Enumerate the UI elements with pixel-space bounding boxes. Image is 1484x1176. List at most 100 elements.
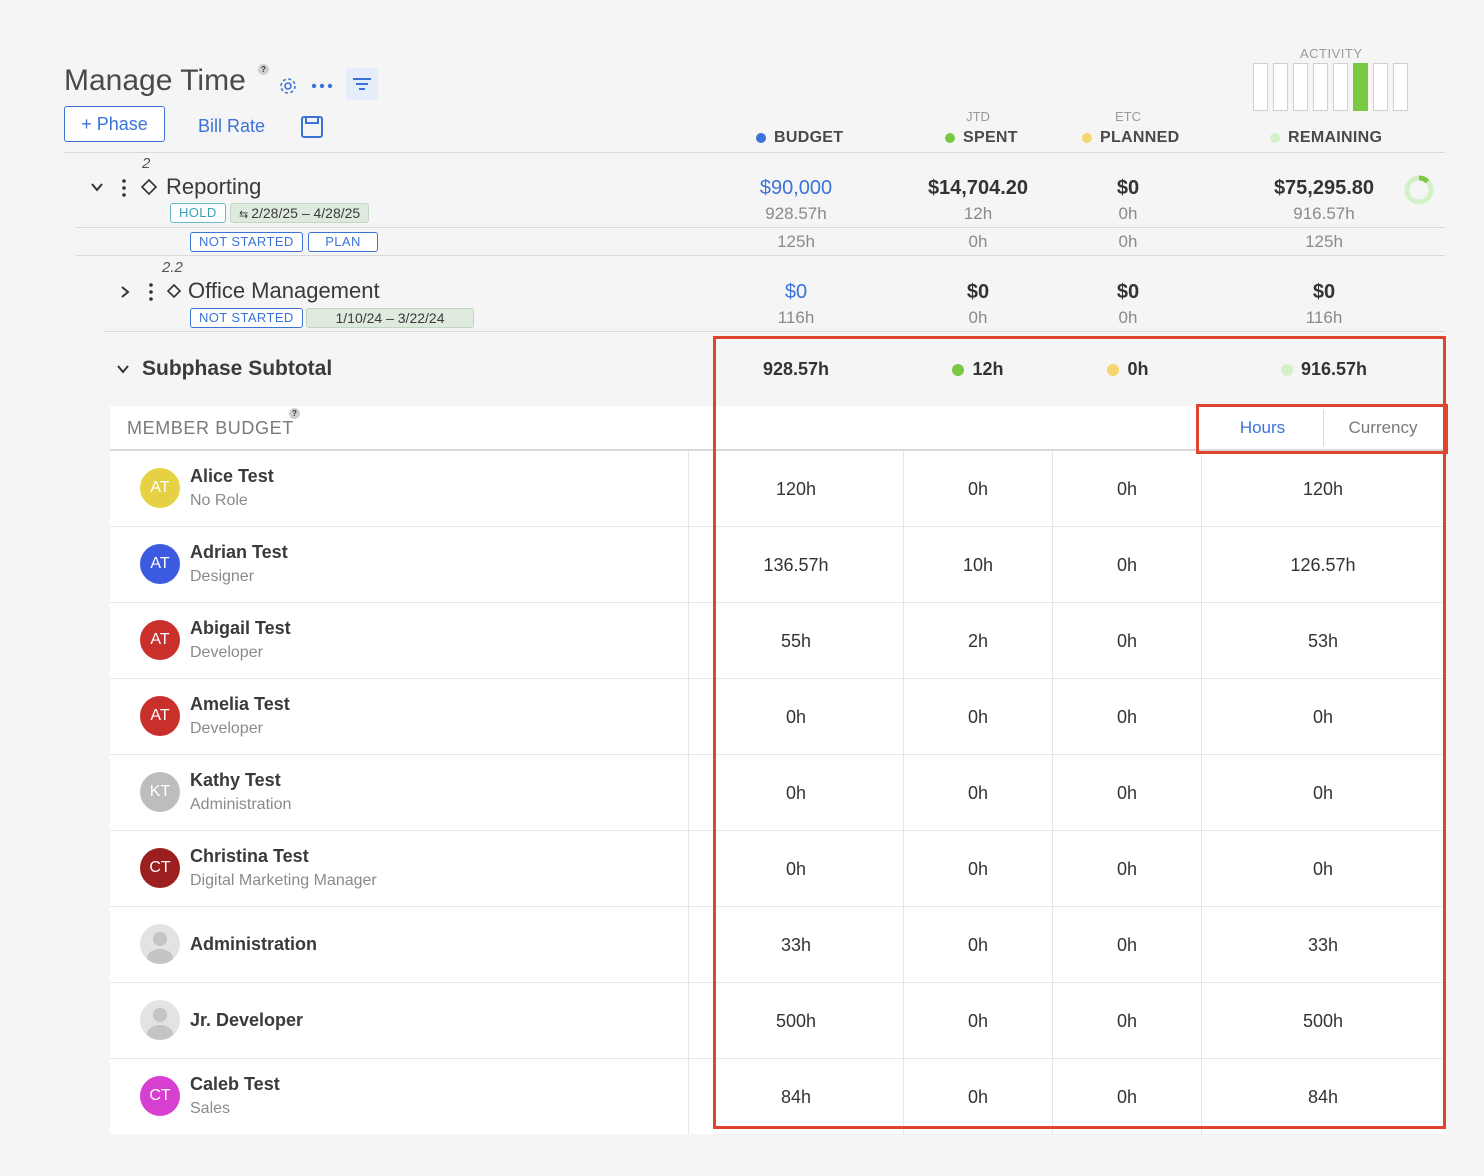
divider bbox=[76, 227, 1445, 228]
more-options-icon[interactable] bbox=[311, 76, 333, 101]
budget-dot bbox=[756, 133, 766, 143]
highlight-box-values bbox=[713, 336, 1446, 1129]
activity-bar bbox=[1393, 63, 1408, 111]
page-title: Manage Time bbox=[64, 64, 246, 97]
spent-dot bbox=[945, 133, 955, 143]
member-role: Developer bbox=[190, 644, 263, 661]
drag-handle-icon[interactable] bbox=[120, 178, 128, 203]
highlight-box-toggle bbox=[1196, 404, 1448, 454]
save-icon[interactable] bbox=[300, 115, 324, 144]
planned-dot bbox=[1082, 133, 1092, 143]
column-budget-label: BUDGET bbox=[774, 129, 844, 146]
filter-button[interactable] bbox=[346, 68, 378, 100]
avatar: AT bbox=[140, 468, 180, 508]
generic-person-icon bbox=[140, 1000, 180, 1040]
bill-rate-link[interactable]: Bill Rate bbox=[198, 116, 265, 137]
column-etc: ETC bbox=[1115, 109, 1141, 124]
phase-budget-hours: 928.57h bbox=[765, 204, 827, 223]
subphase-remaining-hours: 116h bbox=[1305, 308, 1343, 327]
help-icon[interactable]: ? bbox=[289, 408, 300, 419]
avatar: AT bbox=[140, 620, 180, 660]
phase-planned: $0 bbox=[1116, 177, 1140, 199]
phase-row2-planned: 0h bbox=[1118, 232, 1138, 251]
member-name: Jr. Developer bbox=[190, 1010, 304, 1030]
member-name: Amelia Test bbox=[190, 694, 290, 714]
member-role: No Role bbox=[190, 492, 248, 509]
phase-name[interactable]: Reporting bbox=[166, 174, 261, 200]
activity-bar bbox=[1333, 63, 1348, 111]
avatar: CT bbox=[140, 1076, 180, 1116]
subphase-planned: $0 bbox=[1116, 281, 1140, 303]
phase-planned-hours: 0h bbox=[1118, 204, 1138, 223]
activity-bar bbox=[1313, 63, 1328, 111]
subphase-name[interactable]: Office Management bbox=[188, 278, 380, 304]
avatar: KT bbox=[140, 772, 180, 812]
subphase-diamond-icon bbox=[166, 282, 182, 305]
subtotal-label: Subphase Subtotal bbox=[142, 357, 333, 380]
member-role: Sales bbox=[190, 1100, 231, 1117]
phase-row2-spent: 0h bbox=[968, 232, 988, 251]
add-phase-button[interactable]: + Phase bbox=[64, 106, 165, 142]
drag-handle-icon[interactable] bbox=[147, 282, 155, 307]
phase-remaining-hours: 916.57h bbox=[1293, 204, 1355, 223]
divider bbox=[103, 331, 1445, 332]
progress-ring-icon bbox=[1403, 174, 1435, 211]
subphase-number: 2.2 bbox=[162, 259, 183, 276]
member-role: Developer bbox=[190, 720, 263, 737]
column-spent: SPENT bbox=[945, 129, 1018, 147]
phase-date-range[interactable]: ⇆ 2/28/25 – 4/28/25 bbox=[230, 203, 370, 223]
member-budget-header: MEMBER BUDGET bbox=[127, 418, 294, 438]
phase-diamond-icon bbox=[140, 178, 158, 201]
status-badge-not-started[interactable]: NOT STARTED bbox=[190, 308, 303, 328]
column-planned: PLANNED bbox=[1082, 129, 1179, 147]
generic-person-icon bbox=[140, 924, 180, 964]
dependency-icon: ⇆ bbox=[239, 209, 249, 221]
expand-chevron-icon[interactable] bbox=[118, 285, 132, 304]
phase-dates: 2/28/25 – 4/28/25 bbox=[251, 205, 361, 221]
subtotal-chevron-icon[interactable] bbox=[116, 362, 130, 381]
divider bbox=[64, 152, 1445, 153]
column-remaining: REMAINING bbox=[1270, 129, 1382, 147]
activity-chart bbox=[1253, 63, 1408, 111]
member-name: Alice Test bbox=[190, 466, 274, 486]
column-remaining-label: REMAINING bbox=[1288, 129, 1383, 146]
member-name: Kathy Test bbox=[190, 770, 281, 790]
member-role: Digital Marketing Manager bbox=[190, 872, 377, 889]
subphase-planned-hours: 0h bbox=[1118, 308, 1138, 327]
divider bbox=[76, 255, 1445, 256]
member-name: Adrian Test bbox=[190, 542, 288, 562]
column-budget: BUDGET bbox=[756, 129, 843, 147]
avatar: CT bbox=[140, 848, 180, 888]
column-planned-label: PLANNED bbox=[1100, 129, 1180, 146]
filter-icon bbox=[353, 78, 371, 90]
subphase-budget-hours: 116h bbox=[777, 308, 815, 327]
member-name: Administration bbox=[190, 934, 318, 954]
activity-bar-active bbox=[1353, 63, 1368, 111]
phase-row2-budget: 125h bbox=[777, 232, 815, 251]
gear-icon[interactable] bbox=[278, 76, 298, 101]
subphase-spent: $0 bbox=[966, 281, 990, 303]
phase-spent-hours: 12h bbox=[963, 204, 993, 223]
activity-label: ACTIVITY bbox=[1300, 46, 1363, 61]
member-name: Christina Test bbox=[190, 846, 309, 866]
subphase-date-range[interactable]: 1/10/24 – 3/22/24 bbox=[306, 308, 474, 328]
subphase-spent-hours: 0h bbox=[968, 308, 988, 327]
activity-bar bbox=[1293, 63, 1308, 111]
member-name: Abigail Test bbox=[190, 618, 291, 638]
phase-row2-remaining: 125h bbox=[1305, 232, 1343, 251]
collapse-chevron-icon[interactable] bbox=[90, 180, 104, 199]
status-badge-plan[interactable]: PLAN bbox=[308, 232, 378, 252]
phase-budget[interactable]: $90,000 bbox=[716, 177, 876, 200]
activity-bar bbox=[1373, 63, 1388, 111]
status-badge-hold[interactable]: HOLD bbox=[170, 203, 226, 223]
subphase-budget[interactable]: $0 bbox=[716, 281, 876, 304]
remaining-dot bbox=[1270, 133, 1280, 143]
help-icon[interactable]: ? bbox=[258, 64, 269, 75]
member-role: Administration bbox=[190, 796, 292, 813]
column-spent-label: SPENT bbox=[963, 129, 1018, 146]
phase-number: 2 bbox=[142, 155, 151, 172]
activity-bar bbox=[1253, 63, 1268, 111]
status-badge-not-started[interactable]: NOT STARTED bbox=[190, 232, 303, 252]
subphase-remaining: $0 bbox=[1312, 281, 1336, 303]
column-jtd: JTD bbox=[966, 109, 990, 124]
